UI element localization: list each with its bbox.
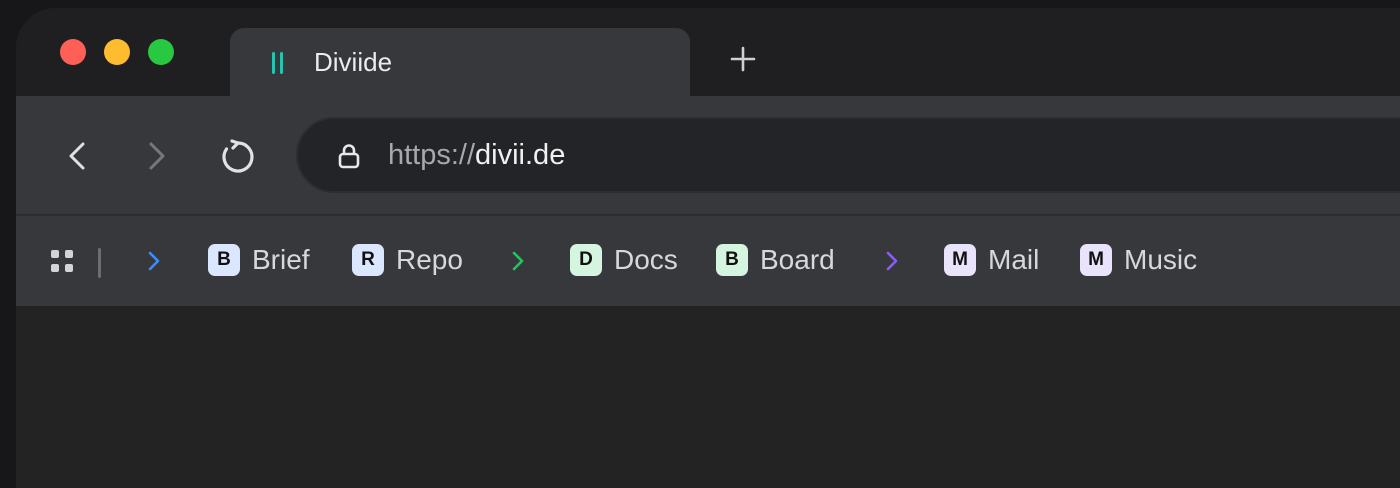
minimize-window-button[interactable]: [104, 39, 130, 65]
bookmark-label: Docs: [614, 244, 678, 275]
reload-icon[interactable]: [218, 137, 258, 177]
tab-title: Diviide: [314, 47, 393, 77]
bookmark-board[interactable]: B Board: [716, 240, 835, 280]
bookmark-music[interactable]: M Music: [1080, 240, 1197, 280]
url-host: divii.de: [475, 139, 566, 171]
group-2-chevron-right-icon[interactable]: [508, 249, 528, 273]
bookmark-mail[interactable]: M Mail: [944, 240, 1039, 280]
apps-grid-icon[interactable]: [50, 249, 74, 273]
bookmark-label: Repo: [396, 244, 463, 275]
close-window-button[interactable]: [60, 39, 86, 65]
bookmark-repo[interactable]: R Repo: [352, 240, 463, 280]
bookmark-badge: M: [1080, 244, 1112, 276]
chevron-left-icon[interactable]: [60, 138, 96, 174]
bookmark-label: Board: [760, 244, 835, 275]
chevron-right-icon[interactable]: [138, 138, 174, 174]
group-3-chevron-right-icon[interactable]: [882, 249, 902, 273]
zoom-window-button[interactable]: [148, 39, 174, 65]
bookmark-badge: M: [944, 244, 976, 276]
address-bar[interactable]: https://divii.de: [296, 117, 1400, 193]
bookmark-label: Music: [1124, 244, 1198, 275]
divider-bars-icon: [272, 52, 284, 74]
page-content: [16, 306, 1400, 488]
browser-window: Diviide https://divii.de B Brief R Repo …: [16, 8, 1400, 488]
navigation-toolbar: https://divii.de: [16, 96, 1400, 214]
bookmark-label: Brief: [252, 244, 310, 275]
group-1-chevron-right-icon[interactable]: [144, 249, 164, 273]
tab-diviide[interactable]: Diviide: [230, 28, 690, 98]
bookmarks-bar: B Brief R Repo D Docs B Board M Mail M M…: [16, 216, 1400, 306]
url-scheme: https://: [388, 139, 476, 171]
bookmarks-separator: [98, 248, 101, 278]
bookmark-badge: B: [716, 244, 748, 276]
bookmark-brief[interactable]: B Brief: [208, 240, 310, 280]
bookmark-label: Mail: [988, 244, 1040, 275]
lock-icon[interactable]: [336, 142, 362, 170]
bookmark-badge: B: [208, 244, 240, 276]
bookmark-docs[interactable]: D Docs: [570, 240, 678, 280]
bookmark-badge: R: [352, 244, 384, 276]
address-text[interactable]: https://divii.de: [388, 137, 565, 173]
plus-icon[interactable]: [726, 42, 760, 76]
bookmark-badge: D: [570, 244, 602, 276]
title-bar: Diviide: [16, 8, 1400, 98]
